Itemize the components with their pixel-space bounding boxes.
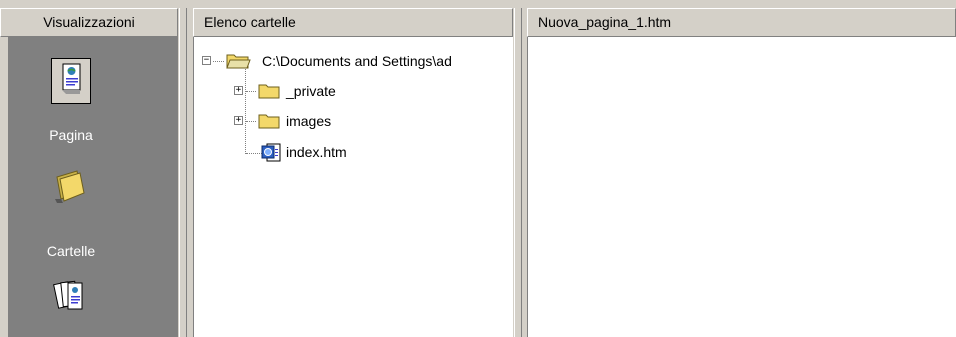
tree-line [246, 121, 256, 122]
folder-list-title: Elenco cartelle [204, 14, 296, 30]
frontpage-window: Visualizzazioni Pagina Cartelle Elenco c… [0, 0, 956, 337]
folders-splitter[interactable] [513, 8, 523, 337]
views-bar-header: Visualizzazioni [0, 8, 178, 37]
view-label-folders: Cartelle [46, 243, 96, 259]
expand-icon[interactable]: + [234, 116, 243, 125]
page-icon [51, 58, 91, 104]
tree-item-label: images [286, 113, 332, 129]
expand-icon[interactable]: + [234, 86, 243, 95]
reports-icon [51, 277, 91, 317]
tree-line [246, 91, 256, 92]
tree-root-label: C:\Documents and Settings\ad [262, 53, 452, 69]
view-item-reports[interactable] [8, 267, 134, 337]
tree-line [213, 61, 224, 62]
tree-line [246, 153, 262, 154]
folder-list-header: Elenco cartelle [193, 8, 513, 37]
collapse-icon[interactable]: − [202, 56, 211, 65]
views-bar-title: Visualizzazioni [43, 14, 135, 30]
views-bar: Pagina Cartelle [8, 37, 178, 337]
open-folder-icon [226, 52, 252, 76]
page-tab-header[interactable]: Nuova_pagina_1.htm [527, 8, 956, 37]
view-item-page[interactable]: Pagina [8, 37, 134, 152]
tree-item-label: _private [286, 83, 336, 99]
page-editor[interactable] [527, 37, 956, 337]
tree-item-label: index.htm [286, 144, 347, 160]
folder-list-tree: − C:\Documents and Settings\ad + _privat… [193, 37, 513, 337]
view-label-page: Pagina [49, 127, 93, 143]
home-page-icon [261, 143, 281, 168]
page-tab-title: Nuova_pagina_1.htm [538, 14, 672, 30]
folder-icon [258, 113, 280, 135]
folder-icon [51, 169, 91, 205]
views-splitter[interactable] [178, 8, 188, 337]
folder-icon [258, 83, 280, 105]
tree-line [245, 66, 246, 154]
view-item-folders[interactable]: Cartelle [8, 159, 134, 269]
